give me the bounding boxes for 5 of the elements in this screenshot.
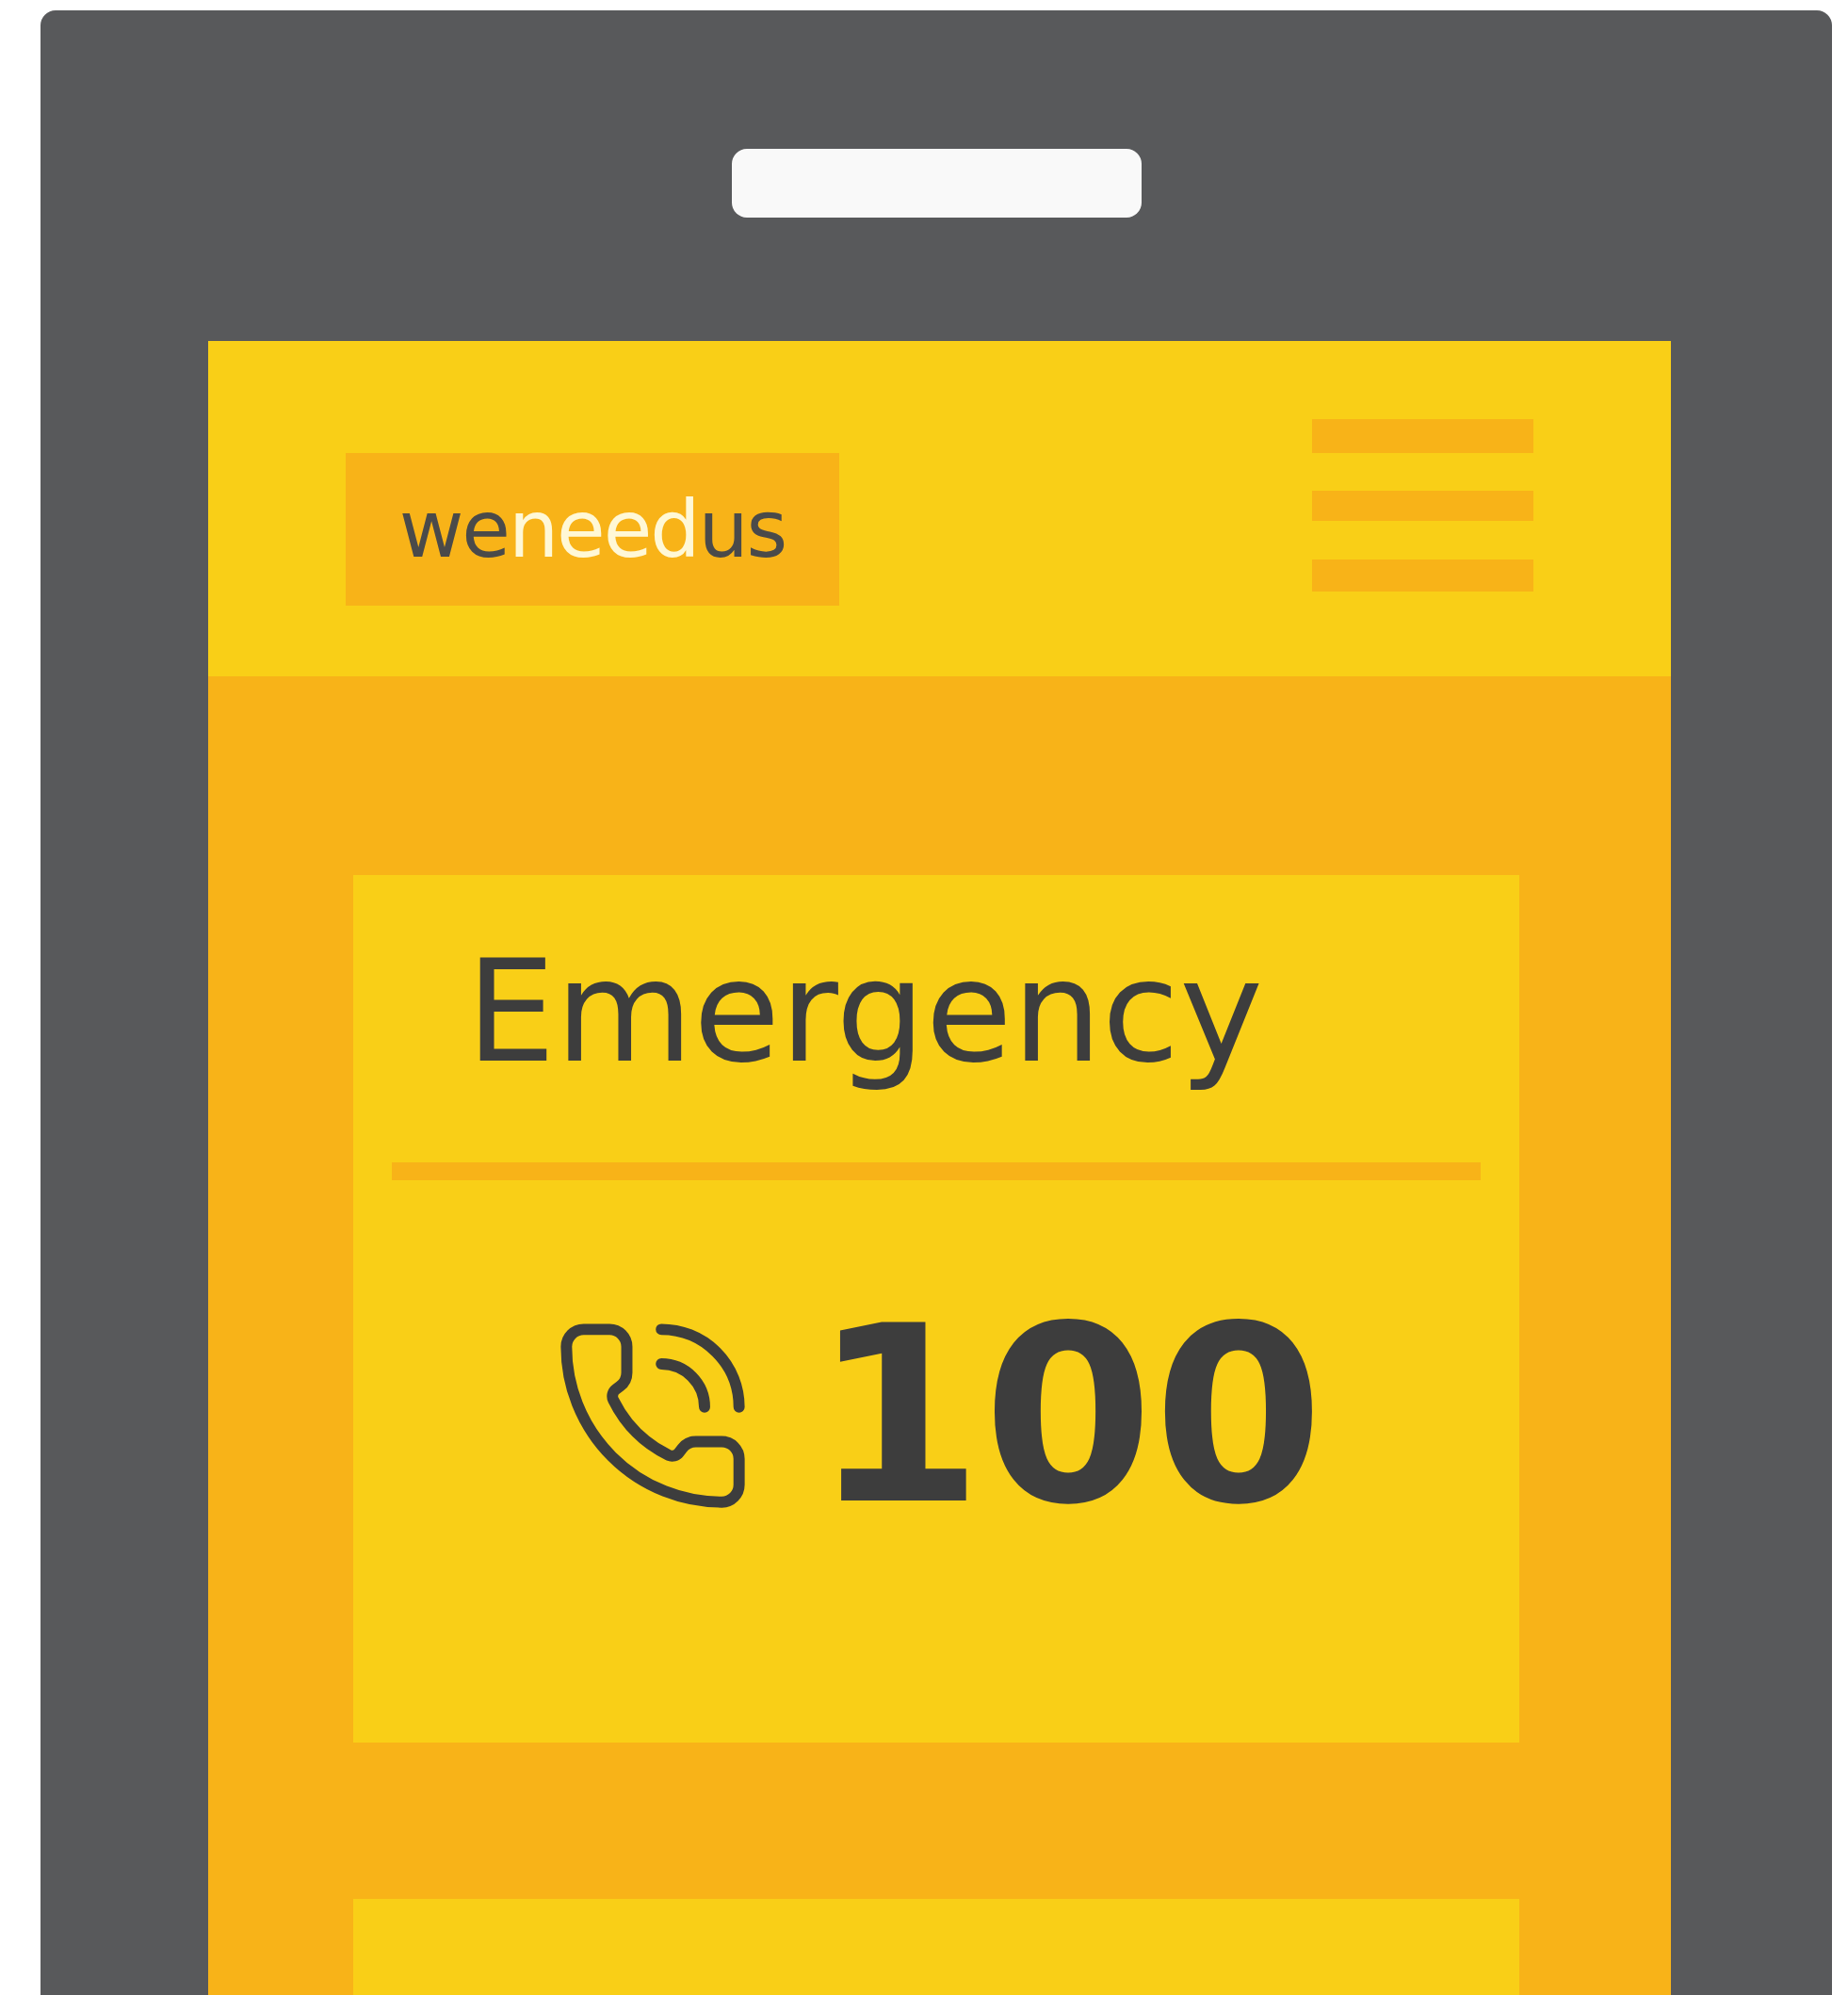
- menu-icon[interactable]: [1312, 419, 1533, 592]
- logo[interactable]: weneedus: [346, 453, 839, 606]
- emergency-card[interactable]: Emergency 100: [353, 875, 1519, 1743]
- emergency-number: 100: [812, 1293, 1324, 1538]
- card-title: Emergency: [466, 929, 1264, 1095]
